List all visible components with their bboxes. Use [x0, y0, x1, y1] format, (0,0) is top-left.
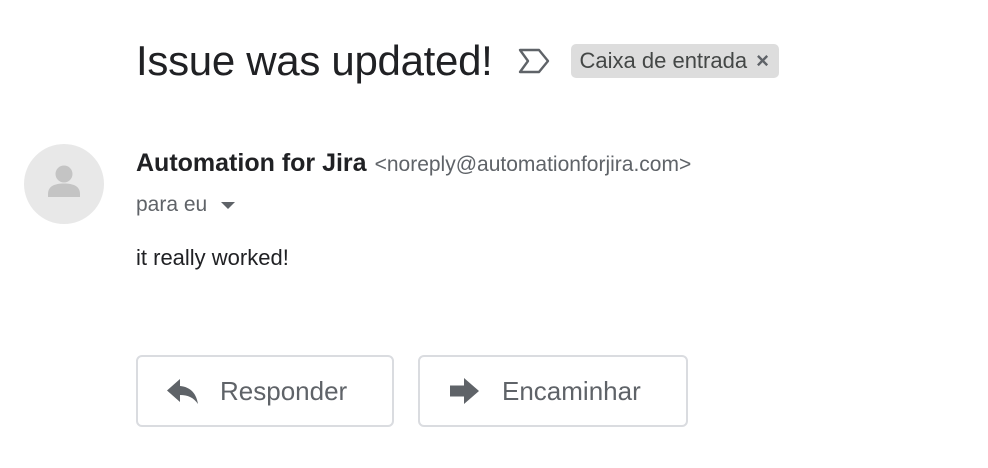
forward-icon [448, 376, 482, 406]
email-body: it really worked! [136, 245, 289, 270]
reply-label: Responder [220, 375, 348, 406]
sender-email: <noreply@automationforjira.com> [374, 153, 692, 176]
recipient-label: para eu [136, 193, 208, 216]
label-chip-inbox: Caixa de entrada × [570, 44, 779, 78]
forward-button[interactable]: Encaminhar [418, 355, 688, 427]
email-subject: Issue was updated! [136, 37, 493, 84]
reply-icon [166, 376, 200, 406]
subject-row: Issue was updated! Caixa de entrada × [136, 33, 779, 89]
person-icon [24, 144, 104, 224]
importance-marker-icon[interactable] [517, 47, 551, 75]
sender-name: Automation for Jira [136, 149, 367, 177]
remove-label-icon[interactable]: × [756, 50, 769, 72]
caret-down-icon[interactable] [221, 201, 236, 209]
forward-label: Encaminhar [502, 375, 641, 406]
sender-row: Automation for Jira <noreply@automationf… [136, 149, 691, 181]
label-chip-text: Caixa de entrada [579, 48, 748, 73]
sender-avatar [24, 144, 104, 224]
recipient-details-toggle[interactable]: para eu [136, 190, 236, 220]
reply-button[interactable]: Responder [136, 355, 394, 427]
